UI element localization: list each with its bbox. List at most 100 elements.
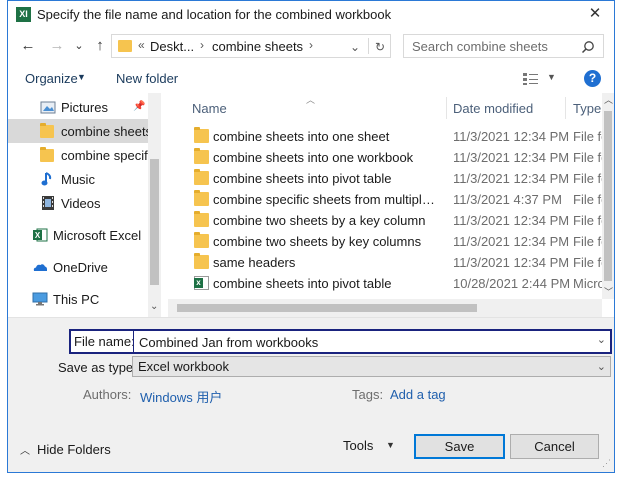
organize-button[interactable]: Organize	[25, 71, 78, 86]
file-name: same headers	[213, 255, 296, 270]
list-item[interactable]: combine sheets into one workbook 11/3/20…	[168, 147, 614, 168]
up-button[interactable]: ↑	[92, 38, 108, 54]
sidebar-item-label: combine specific	[61, 148, 158, 163]
new-folder-button[interactable]: New folder	[116, 71, 178, 86]
sidebar-item-label: Videos	[61, 196, 101, 211]
save-type-label: Save as type:	[58, 360, 137, 375]
excel-icon: X	[33, 228, 48, 242]
list-item[interactable]: combine two sheets by a key column 11/3/…	[168, 210, 614, 231]
sidebar-scroll-thumb[interactable]	[150, 159, 159, 285]
window-title: Specify the file name and location for t…	[37, 7, 392, 22]
sidebar-item-microsoft-excel[interactable]: X Microsoft Excel	[8, 223, 148, 247]
folder-icon	[194, 232, 209, 248]
save-type-select[interactable]: Excel workbook ⌄	[132, 356, 611, 377]
command-bar: Organize ▼ New folder ▼ ?	[8, 65, 614, 93]
sort-ascending-icon: ︿	[306, 95, 316, 105]
help-icon[interactable]: ?	[584, 70, 601, 87]
column-divider[interactable]	[565, 97, 566, 119]
file-name-field[interactable]	[139, 334, 579, 351]
chevron-down-icon[interactable]: ⌄	[597, 360, 606, 373]
sidebar-item-onedrive[interactable]: OneDrive	[8, 255, 148, 279]
hide-folders-button[interactable]: Hide Folders	[37, 442, 111, 457]
videos-icon	[42, 196, 54, 210]
breadcrumb-overflow[interactable]: «	[138, 38, 145, 52]
column-header-type[interactable]: Type	[573, 101, 601, 116]
tools-button[interactable]: Tools	[343, 438, 373, 453]
file-date: 10/28/2021 2:44 PM	[453, 276, 571, 291]
list-item[interactable]: combine sheets into pivot table 11/3/202…	[168, 168, 614, 189]
file-name: combine two sheets by key columns	[213, 234, 422, 249]
address-bar[interactable]: « Deskt... › combine sheets › ⌄ ↻	[111, 34, 391, 58]
search-icon[interactable]	[581, 40, 595, 54]
address-dropdown-icon[interactable]: ⌄	[348, 39, 362, 55]
back-button[interactable]: ←	[20, 38, 36, 54]
file-date: 11/3/2021 12:34 PM	[453, 150, 570, 165]
sidebar-item-pictures[interactable]: Pictures 📌	[8, 95, 148, 119]
chevron-up-icon[interactable]: ︿	[20, 442, 30, 457]
breadcrumb-combine-sheets[interactable]: combine sheets	[212, 39, 303, 54]
forward-button[interactable]: →	[49, 38, 65, 54]
tools-dropdown-icon[interactable]: ▼	[386, 440, 395, 450]
save-button[interactable]: Save	[414, 434, 505, 459]
folder-icon	[194, 253, 209, 269]
search-input[interactable]: Search combine sheets	[412, 39, 548, 54]
view-dropdown-icon[interactable]: ▼	[547, 72, 556, 82]
cancel-button[interactable]: Cancel	[510, 434, 599, 459]
pictures-icon	[40, 101, 56, 114]
folder-icon	[194, 169, 209, 185]
navigation-bar: ← → ⌄ ↑ « Deskt... › combine sheets › ⌄ …	[8, 29, 614, 65]
folder-icon	[40, 123, 54, 138]
column-header-date[interactable]: Date modified	[453, 101, 533, 116]
navigation-pane: Pictures 📌 combine sheets combine specif…	[8, 93, 161, 317]
sidebar-item-combine-sheets[interactable]: combine sheets	[8, 119, 152, 143]
excel-logo-icon: XI	[16, 7, 31, 22]
sidebar-item-label: This PC	[53, 292, 100, 307]
list-item[interactable]: combine specific sheets from multiple wo…	[168, 189, 614, 210]
horizontal-scroll-thumb[interactable]	[177, 304, 477, 312]
breadcrumb-chevron-icon[interactable]: ›	[200, 38, 204, 52]
sidebar-scrollbar[interactable]: ⌄	[148, 93, 161, 317]
list-item[interactable]: combine sheets into one sheet 11/3/2021 …	[168, 126, 614, 147]
file-list-vertical-scrollbar[interactable]: ︿ ﹀	[602, 93, 614, 299]
resize-grip-icon[interactable]: ⋰	[602, 458, 611, 469]
sidebar-item-music[interactable]: Music	[8, 167, 148, 191]
folder-icon	[194, 148, 209, 164]
folder-icon	[194, 190, 209, 206]
folder-icon	[118, 40, 132, 52]
file-list-horizontal-scrollbar[interactable]	[168, 299, 602, 317]
file-date: 11/3/2021 12:34 PM	[453, 171, 570, 186]
file-name-row[interactable]: File name: ⌄	[69, 329, 612, 354]
chevron-down-icon[interactable]: ▼	[77, 72, 86, 82]
authors-field[interactable]: Windows 用户	[140, 387, 222, 406]
this-pc-icon	[32, 292, 48, 306]
list-item[interactable]: combine sheets into pivot table 10/28/20…	[168, 273, 614, 294]
column-divider[interactable]	[446, 97, 447, 119]
file-name-label: File name:	[74, 334, 135, 349]
sidebar-item-combine-specific[interactable]: combine specific	[8, 143, 157, 167]
breadcrumb-desktop[interactable]: Deskt...	[150, 39, 194, 54]
file-name: combine sheets into one workbook	[213, 150, 414, 165]
search-box[interactable]: Search combine sheets	[403, 34, 604, 58]
onedrive-icon	[33, 264, 48, 271]
vertical-scroll-thumb[interactable]	[604, 111, 612, 281]
view-options-icon[interactable]	[522, 72, 540, 86]
column-header-name[interactable]: Name	[192, 101, 227, 116]
file-name-divider	[133, 331, 134, 352]
sidebar-item-videos[interactable]: Videos	[8, 191, 148, 215]
list-item[interactable]: same headers 11/3/2021 12:34 PM File fol…	[168, 252, 614, 273]
scroll-up-icon[interactable]: ︿	[604, 93, 613, 106]
folder-icon	[40, 147, 54, 162]
close-button[interactable]: ✕	[584, 4, 606, 24]
chevron-down-icon[interactable]: ⌄	[597, 333, 606, 346]
scroll-down-icon[interactable]: ⌄	[150, 301, 158, 312]
tags-field[interactable]: Add a tag	[390, 387, 446, 402]
breadcrumb-chevron-icon[interactable]: ›	[309, 38, 313, 52]
file-name: combine two sheets by a key column	[213, 213, 426, 228]
save-type-value: Excel workbook	[138, 359, 230, 374]
recent-locations-icon[interactable]: ⌄	[71, 38, 87, 54]
refresh-icon[interactable]: ↻	[373, 39, 387, 55]
sidebar-item-this-pc[interactable]: This PC	[8, 287, 148, 311]
scroll-down-icon[interactable]: ﹀	[604, 285, 613, 298]
pin-icon[interactable]: 📌	[133, 101, 145, 112]
list-item[interactable]: combine two sheets by key columns 11/3/2…	[168, 231, 614, 252]
